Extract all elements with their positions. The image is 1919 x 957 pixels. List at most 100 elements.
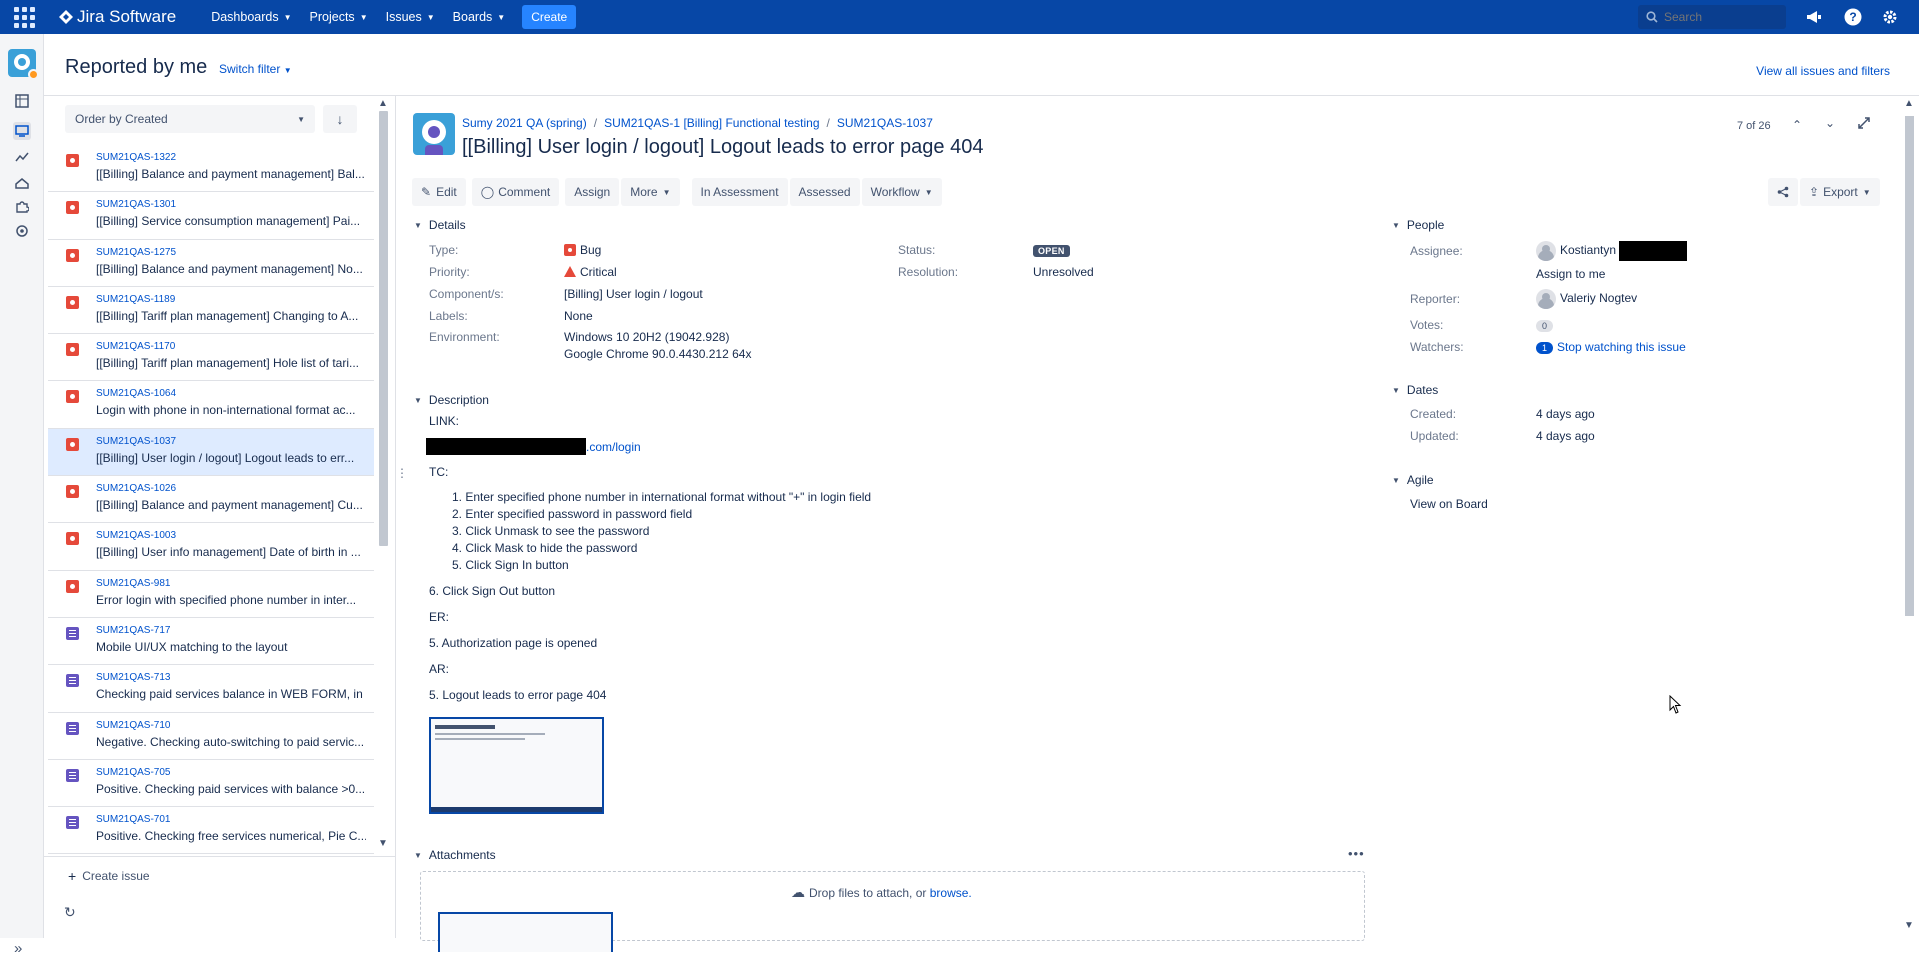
list-item[interactable]: SUM21QAS-981 Error login with specified p… — [48, 571, 374, 618]
create-button[interactable]: Create — [522, 5, 577, 29]
help-icon[interactable]: ? — [1843, 7, 1863, 27]
page-scrollbar[interactable]: ▲ ▼ — [1899, 96, 1919, 938]
scroll-down-icon[interactable]: ▼ — [378, 838, 388, 849]
refresh-icon[interactable]: ↻ — [64, 904, 76, 921]
scrollbar-thumb[interactable] — [1905, 116, 1914, 616]
list-item[interactable]: SUM21QAS-1003 [[Billing] User info manage… — [48, 523, 374, 571]
list-item[interactable]: SUM21QAS-1301 [[Billing] Service consumpt… — [48, 192, 374, 240]
watchers-value[interactable]: 1 Stop watching this issue — [1536, 340, 1686, 354]
issue-key[interactable]: SUM21QAS-701 — [96, 814, 170, 825]
next-issue-icon[interactable]: ⌄ — [1825, 116, 1835, 130]
view-all-issues-link[interactable]: View all issues and filters — [1756, 64, 1890, 78]
issue-key[interactable]: SUM21QAS-1170 — [96, 341, 175, 352]
component-link[interactable]: [Billing] User login / logout — [564, 287, 703, 301]
list-item[interactable]: SUM21QAS-1322 [[Billing] Balance and paym… — [48, 145, 374, 193]
export-button[interactable]: ⇪ Export ▼ — [1800, 178, 1880, 206]
issue-key[interactable]: SUM21QAS-1189 — [96, 294, 175, 305]
scroll-up-icon[interactable]: ▲ — [378, 98, 388, 109]
issues-icon[interactable] — [13, 122, 31, 140]
list-item[interactable]: SUM21QAS-717 Mobile UI/UX matching to the… — [48, 618, 374, 666]
order-by-dropdown[interactable]: Order by Created ▼ — [65, 105, 315, 133]
breadcrumb-project[interactable]: Sumy 2021 QA (spring) — [462, 116, 587, 130]
browse-link[interactable]: browse. — [930, 886, 972, 900]
breadcrumb-parent[interactable]: SUM21QAS-1 [Billing] Functional testing — [604, 116, 819, 130]
previous-issue-icon[interactable]: ⌃ — [1792, 118, 1802, 132]
scrollbar-thumb[interactable] — [379, 111, 388, 546]
list-item[interactable]: SUM21QAS-1064 Login with phone in non-int… — [48, 381, 374, 429]
issue-key[interactable]: SUM21QAS-713 — [96, 672, 170, 683]
list-item[interactable]: SUM21QAS-1170 [[Billing] Tariff plan mana… — [48, 334, 374, 382]
stop-watching-link[interactable]: Stop watching this issue — [1557, 340, 1686, 354]
description-link[interactable]: .com/login — [426, 438, 641, 455]
settings-gear-icon[interactable] — [1880, 7, 1900, 27]
details-section-header[interactable]: ▼ Details — [414, 218, 466, 232]
attachment-thumbnail[interactable] — [438, 912, 613, 952]
list-item[interactable]: SUM21QAS-713 Checking paid services balan… — [48, 665, 374, 713]
issue-key[interactable]: SUM21QAS-705 — [96, 767, 170, 778]
list-item[interactable]: SUM21QAS-1026 [[Billing] Balance and paym… — [48, 476, 374, 524]
sort-direction-button[interactable]: ↓ — [323, 105, 357, 133]
issue-key[interactable]: SUM21QAS-1003 — [96, 530, 176, 541]
list-scrollbar[interactable]: ▲ ▼ — [374, 96, 392, 856]
issue-key[interactable]: SUM21QAS-717 — [96, 625, 170, 636]
app-switcher-icon[interactable] — [12, 5, 37, 30]
menu-boards[interactable]: Boards ▼ — [444, 10, 515, 24]
project-settings-gear-icon[interactable] — [13, 222, 31, 240]
screenshot-thumbnail[interactable] — [429, 717, 604, 814]
more-options-icon[interactable]: ••• — [1348, 846, 1365, 861]
list-item[interactable]: SUM21QAS-705 Positive. Checking paid serv… — [48, 760, 374, 808]
view-on-board-link[interactable]: View on Board — [1410, 497, 1488, 511]
issue-key[interactable]: SUM21QAS-710 — [96, 720, 170, 731]
menu-projects[interactable]: Projects ▼ — [301, 10, 377, 24]
edit-button[interactable]: ✎ Edit — [412, 178, 466, 206]
search-input[interactable] — [1664, 10, 1774, 24]
issue-key[interactable]: SUM21QAS-1301 — [96, 199, 176, 210]
dates-section-header[interactable]: ▼ Dates — [1392, 383, 1438, 397]
reporter-value[interactable]: Valeriy Nogtev — [1536, 289, 1637, 309]
releases-icon[interactable] — [13, 174, 31, 192]
issue-key[interactable]: SUM21QAS-1322 — [96, 152, 176, 163]
scroll-down-icon[interactable]: ▼ — [1904, 920, 1914, 931]
more-button[interactable]: More ▼ — [621, 178, 680, 206]
attachment-dropzone[interactable]: ☁ Drop files to attach, or browse. — [420, 871, 1365, 952]
people-section-header[interactable]: ▼ People — [1392, 218, 1444, 232]
list-item[interactable]: SUM21QAS-1275 [[Billing] Balance and paym… — [48, 240, 374, 287]
menu-dashboards[interactable]: Dashboards ▼ — [202, 10, 300, 24]
jira-logo[interactable]: Jira Software — [59, 7, 176, 27]
project-avatar[interactable] — [8, 49, 39, 80]
issue-key[interactable]: SUM21QAS-1037 — [96, 436, 176, 447]
project-avatar[interactable] — [413, 113, 455, 155]
assessed-button[interactable]: Assessed — [789, 178, 860, 206]
assign-button[interactable]: Assign — [565, 178, 620, 206]
menu-issues[interactable]: Issues ▼ — [377, 10, 444, 24]
components-puzzle-icon[interactable] — [13, 198, 31, 216]
in-assessment-button[interactable]: In Assessment — [691, 178, 788, 206]
list-item[interactable]: SUM21QAS-710 Negative. Checking auto-swit… — [48, 713, 374, 760]
agile-section-header[interactable]: ▼ Agile — [1392, 473, 1434, 487]
switch-filter-button[interactable]: Switch filter ▼ — [219, 62, 292, 76]
search-box[interactable] — [1638, 5, 1786, 29]
issue-key[interactable]: SUM21QAS-1275 — [96, 247, 176, 258]
expand-sidebar-icon[interactable]: » — [14, 940, 22, 957]
reports-icon[interactable] — [13, 148, 31, 166]
workflow-button[interactable]: Workflow ▼ — [861, 178, 942, 206]
issue-key[interactable]: SUM21QAS-981 — [96, 578, 170, 589]
roadmap-icon[interactable] — [13, 92, 31, 110]
description-section-header[interactable]: ▼ Description — [414, 393, 489, 407]
issue-key[interactable]: SUM21QAS-1026 — [96, 483, 176, 494]
expand-issue-icon[interactable] — [1858, 117, 1870, 132]
attachments-section-header[interactable]: ▼ Attachments — [414, 848, 496, 862]
create-issue-button[interactable]: + Create issue — [68, 868, 150, 884]
breadcrumb-issue-key[interactable]: SUM21QAS-1037 — [837, 116, 933, 130]
votes-value[interactable]: 0 — [1536, 318, 1554, 332]
assign-to-me-link[interactable]: Assign to me — [1536, 267, 1605, 281]
panel-resize-handle[interactable]: ⋮ — [396, 466, 408, 480]
notifications-megaphone-icon[interactable] — [1804, 7, 1824, 27]
scroll-up-icon[interactable]: ▲ — [1904, 98, 1914, 109]
list-item[interactable]: SUM21QAS-1189 [[Billing] Tariff plan mana… — [48, 287, 374, 335]
assignee-value[interactable]: Kostiantyn — [1536, 241, 1688, 261]
list-item[interactable]: SUM21QAS-1037 [[Billing] User login / log… — [48, 428, 374, 477]
share-button[interactable] — [1768, 178, 1798, 206]
issue-key[interactable]: SUM21QAS-1064 — [96, 388, 176, 399]
list-item[interactable]: SUM21QAS-701 Positive. Checking free serv… — [48, 807, 374, 855]
